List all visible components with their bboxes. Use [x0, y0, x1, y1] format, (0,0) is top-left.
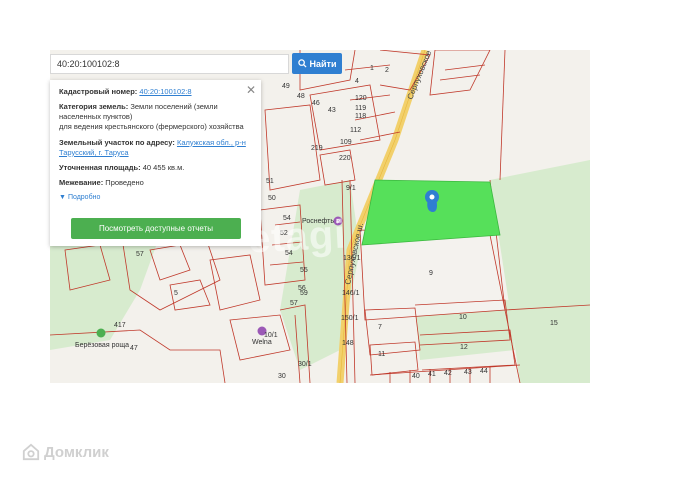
parcel-label: 148	[342, 340, 354, 347]
parcel-label: 43	[464, 369, 472, 376]
parcel-label: 57	[290, 300, 298, 307]
category-use: для ведения крестьянского (фермерского) …	[59, 122, 244, 132]
view-reports-button[interactable]: Посмотреть доступные отчеты	[71, 218, 241, 239]
poi-label-rosneft: Роснефть	[302, 218, 334, 225]
details-toggle[interactable]: ▼ Подробно	[59, 193, 252, 202]
plot-boundary	[499, 50, 506, 181]
cadastral-search-input[interactable]: 40:20:100102:8	[50, 54, 289, 74]
parcel-label: 44	[480, 368, 488, 375]
category-row: Категория земель: Земли поселений (земли…	[59, 102, 252, 132]
area-row: Уточненная площадь: 40 455 кв.м.	[59, 163, 252, 173]
search-button[interactable]: Найти	[292, 53, 342, 74]
parcel-label: 11	[378, 351, 385, 358]
svg-text:₽: ₽	[336, 219, 340, 226]
area-value: 40 455 кв.м.	[142, 162, 185, 172]
plot-boundary	[429, 50, 491, 96]
close-icon[interactable]: ✕	[246, 82, 256, 98]
poi-label-birch-grove: Берёзовая роща	[75, 342, 129, 349]
plot-boundary	[229, 314, 291, 361]
plot-11	[369, 341, 419, 376]
rosneft-poi-icon: ₽	[333, 216, 343, 226]
parcel-label: 15	[550, 320, 558, 327]
parcel-label: 51	[266, 178, 274, 185]
category-label: Категория земель:	[59, 102, 129, 112]
parcel-label: 54	[285, 250, 293, 257]
parcel-label: 219	[311, 145, 323, 152]
parcel-label: 112	[350, 127, 361, 134]
parcel-label: 5	[174, 290, 178, 297]
parcel-label: 57	[136, 251, 144, 258]
road-label-upper: Серпуховское ш.	[406, 50, 438, 101]
caret-down-icon: ▼	[59, 194, 66, 201]
parcel-label: 40	[412, 373, 420, 380]
parcel-label: 47	[130, 345, 138, 352]
cadastral-row: Кадастровый номер: 40:20:100102:8	[59, 87, 252, 97]
poi-label-welna: Welna	[252, 339, 272, 346]
parcel-label: 136/1	[343, 255, 361, 262]
area-label: Уточненная площадь:	[59, 162, 141, 172]
search-icon	[297, 59, 307, 68]
cadastral-link[interactable]: 40:20:100102:8	[139, 87, 191, 96]
cadastral-label: Кадастровый номер:	[59, 87, 138, 96]
parcel-label: 52	[280, 230, 288, 237]
address-label: Земельный участок по адресу:	[59, 137, 175, 147]
parcel-label: 43	[328, 107, 336, 114]
parcel-label: 220	[339, 155, 351, 162]
parcel-label: 1	[370, 65, 374, 72]
parcel-info-panel: ✕ Кадастровый номер: 40:20:100102:8 Кате…	[50, 80, 261, 246]
parcel-label: 59	[300, 290, 308, 297]
address-row: Земельный участок по адресу: Калужская о…	[59, 138, 252, 158]
parcel-label: 2	[385, 67, 389, 74]
survey-row: Межевание: Проведено	[59, 178, 252, 188]
parcel-label: 109	[340, 139, 352, 146]
selected-parcel[interactable]	[361, 179, 501, 246]
park-poi-icon	[96, 328, 106, 338]
parcel-label: 9	[429, 270, 433, 277]
parcel-label: 41	[428, 371, 436, 378]
plot-boundary	[439, 64, 486, 81]
parcel-label: 54	[283, 215, 291, 222]
parcel-label: 42	[444, 370, 452, 377]
parcel-label: 150/1	[341, 315, 359, 322]
parcel-label: 10	[459, 314, 467, 321]
parcel-label: 48	[297, 93, 305, 100]
parcel-label: 119	[355, 105, 366, 112]
domclick-logo-text: Домклик	[44, 443, 109, 461]
parcel-label: 118	[355, 113, 366, 120]
survey-label: Межевание:	[59, 177, 104, 187]
parcel-label: 55	[300, 267, 308, 274]
domclick-logo: Домклик	[22, 443, 109, 461]
parcel-label: 9/1	[346, 185, 356, 192]
parcel-label: 7	[378, 324, 382, 331]
parcel-label: 12	[460, 344, 468, 351]
survey-value: Проведено	[105, 177, 144, 187]
parcel-label: 417	[114, 322, 126, 329]
details-label: Подробно	[67, 194, 101, 201]
search-button-label: Найти	[309, 58, 337, 69]
parcel-label: 30/1	[298, 361, 312, 368]
parcel-label: 146/1	[342, 290, 360, 297]
parcel-label: 49	[282, 83, 290, 90]
parcel-label: 46	[312, 100, 320, 107]
plot-boundary	[209, 254, 261, 311]
parcel-label: 50	[268, 195, 276, 202]
parcel-label: 10/1	[264, 332, 278, 339]
house-logo-icon	[22, 443, 40, 461]
parcel-label: 4	[355, 78, 359, 85]
parcel-label: 120	[355, 95, 367, 102]
parcel-label: 30	[278, 373, 286, 380]
